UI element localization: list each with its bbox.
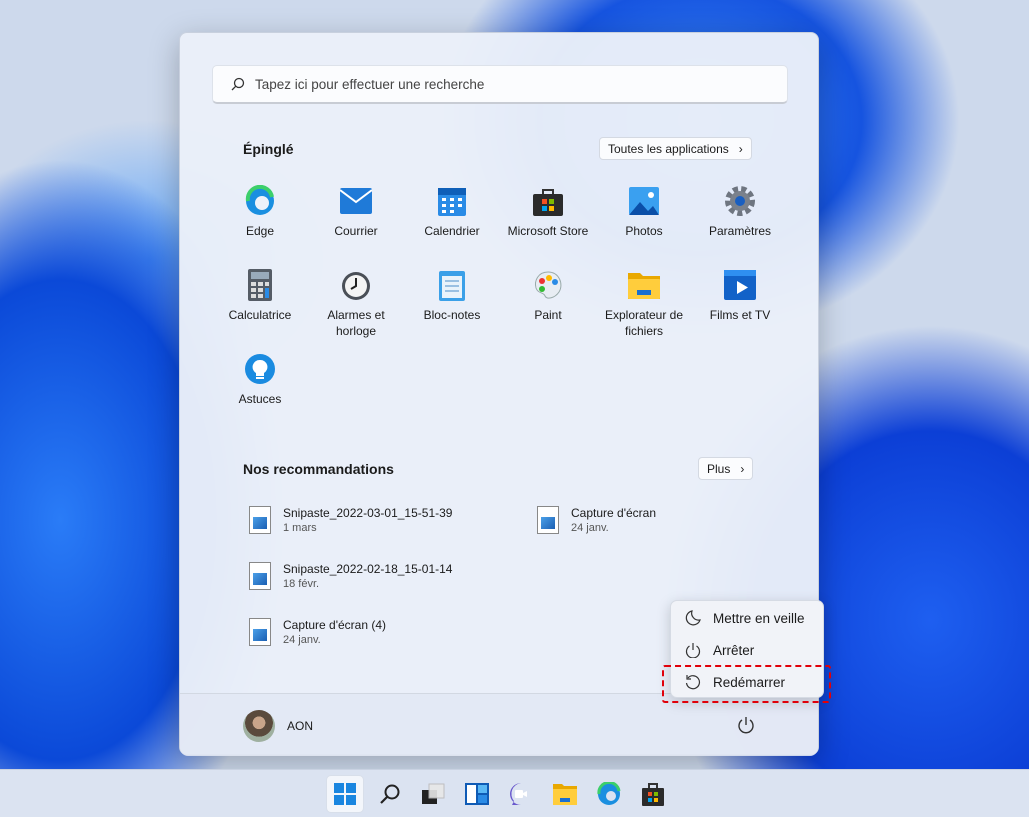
chevron-right-icon: › bbox=[738, 141, 743, 156]
clock-icon bbox=[340, 269, 372, 301]
image-file-icon bbox=[249, 506, 271, 534]
app-label: Paramètres bbox=[708, 224, 772, 238]
app-label: Films et TV bbox=[709, 308, 771, 322]
app-label: Edge bbox=[245, 224, 275, 238]
all-apps-label: Toutes les applications bbox=[608, 141, 729, 156]
app-calculatrice[interactable]: Calculatrice bbox=[212, 269, 308, 323]
recommended-item[interactable]: Snipaste_2022-03-01_15-51-39 1 mars bbox=[249, 506, 452, 536]
file-name: Snipaste_2022-02-18_15-01-14 bbox=[283, 562, 453, 576]
search-icon bbox=[380, 784, 400, 804]
taskbar bbox=[0, 769, 1029, 817]
app-photos[interactable]: Photos bbox=[596, 185, 692, 239]
notepad-icon bbox=[436, 269, 468, 301]
sleep-menu-item[interactable]: Mettre en veille bbox=[671, 603, 823, 633]
app-explorateur-fichiers[interactable]: Explorateur de fichiers bbox=[596, 269, 692, 339]
folder-icon bbox=[553, 784, 577, 805]
menu-label: Mettre en veille bbox=[713, 610, 805, 626]
image-file-icon bbox=[249, 562, 271, 590]
app-paint[interactable]: Paint bbox=[500, 269, 596, 323]
power-button[interactable] bbox=[736, 715, 756, 740]
app-parametres[interactable]: Paramètres bbox=[692, 185, 788, 239]
app-label: Alarmes et horloge bbox=[327, 308, 385, 338]
edge-icon bbox=[597, 782, 621, 805]
calendar-icon bbox=[436, 185, 468, 217]
file-name: Capture d'écran bbox=[571, 506, 657, 520]
avatar bbox=[243, 710, 275, 742]
all-apps-button[interactable]: Toutes les applications › bbox=[599, 137, 752, 160]
more-button[interactable]: Plus › bbox=[698, 457, 754, 480]
tips-icon bbox=[244, 353, 276, 385]
store-icon bbox=[642, 783, 664, 806]
user-name: AON bbox=[287, 719, 314, 733]
chevron-right-icon: › bbox=[740, 461, 745, 476]
app-label: Microsoft Store bbox=[507, 224, 589, 238]
paint-icon bbox=[532, 269, 564, 301]
app-courrier[interactable]: Courrier bbox=[308, 185, 404, 239]
file-date: 24 janv. bbox=[283, 634, 321, 646]
store-taskbar-button[interactable] bbox=[634, 775, 672, 813]
calculator-icon bbox=[244, 269, 276, 301]
power-icon bbox=[738, 717, 754, 734]
restart-highlight-box bbox=[662, 665, 831, 703]
moon-icon bbox=[685, 610, 701, 626]
app-label: Courrier bbox=[334, 224, 378, 238]
app-label: Calendrier bbox=[424, 224, 480, 238]
file-date: 18 févr. bbox=[283, 578, 320, 590]
app-label: Calculatrice bbox=[228, 308, 292, 322]
file-explorer-button[interactable] bbox=[546, 775, 584, 813]
search-input[interactable]: Tapez ici pour effectuer une recherche bbox=[212, 65, 788, 104]
file-date: 24 janv. bbox=[571, 522, 609, 534]
start-button[interactable] bbox=[326, 775, 364, 813]
widgets-button[interactable] bbox=[458, 775, 496, 813]
recommended-item[interactable]: Snipaste_2022-02-18_15-01-14 18 févr. bbox=[249, 562, 452, 592]
app-label: Astuces bbox=[238, 392, 282, 406]
search-icon bbox=[231, 77, 245, 91]
folder-icon bbox=[628, 269, 660, 301]
user-account-button[interactable]: AON bbox=[243, 710, 313, 742]
task-view-icon bbox=[422, 783, 445, 804]
app-label: Bloc-notes bbox=[423, 308, 481, 322]
recommended-item[interactable]: Capture d'écran 24 janv. bbox=[537, 506, 656, 536]
image-file-icon bbox=[249, 618, 271, 646]
app-calendrier[interactable]: Calendrier bbox=[404, 185, 500, 239]
widgets-icon bbox=[465, 783, 489, 805]
edge-icon bbox=[244, 185, 276, 217]
menu-label: Arrêter bbox=[713, 642, 755, 658]
photos-icon bbox=[628, 185, 660, 217]
store-icon bbox=[532, 185, 564, 217]
recommended-title: Nos recommandations bbox=[243, 461, 394, 477]
gear-icon bbox=[724, 185, 756, 217]
teams-chat-button[interactable] bbox=[502, 775, 540, 813]
pinned-title: Épinglé bbox=[243, 141, 294, 157]
recommended-item[interactable]: Capture d'écran (4) 24 janv. bbox=[249, 618, 386, 648]
app-microsoft-store[interactable]: Microsoft Store bbox=[500, 185, 596, 239]
films-tv-icon bbox=[724, 269, 756, 301]
taskbar-search-button[interactable] bbox=[371, 775, 409, 813]
image-file-icon bbox=[537, 506, 559, 534]
app-astuces[interactable]: Astuces bbox=[212, 353, 308, 407]
shutdown-menu-item[interactable]: Arrêter bbox=[671, 635, 823, 665]
app-bloc-notes[interactable]: Bloc-notes bbox=[404, 269, 500, 323]
search-placeholder: Tapez ici pour effectuer une recherche bbox=[255, 76, 485, 92]
mail-icon bbox=[340, 185, 372, 217]
app-label: Explorateur de fichiers bbox=[604, 308, 684, 338]
app-label: Paint bbox=[534, 308, 562, 322]
app-edge[interactable]: Edge bbox=[212, 185, 308, 239]
more-label: Plus bbox=[707, 461, 731, 476]
windows-icon bbox=[334, 783, 356, 805]
app-label: Photos bbox=[625, 224, 663, 238]
file-date: 1 mars bbox=[283, 522, 317, 534]
file-name: Capture d'écran (4) bbox=[283, 618, 387, 632]
chat-icon bbox=[510, 783, 527, 805]
app-alarmes-horloge[interactable]: Alarmes et horloge bbox=[308, 269, 404, 339]
file-name: Snipaste_2022-03-01_15-51-39 bbox=[283, 506, 453, 520]
power-icon bbox=[685, 643, 701, 658]
task-view-button[interactable] bbox=[414, 775, 452, 813]
edge-taskbar-button[interactable] bbox=[590, 775, 628, 813]
app-films-tv[interactable]: Films et TV bbox=[692, 269, 788, 323]
